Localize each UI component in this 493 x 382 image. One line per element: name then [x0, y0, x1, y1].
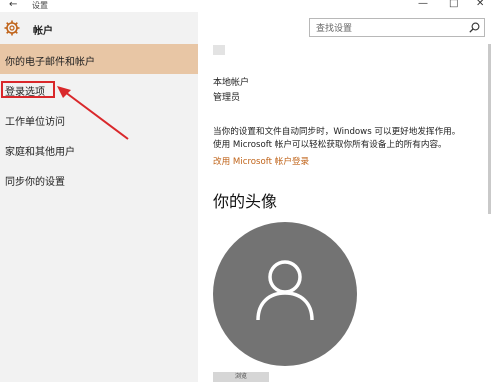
- search-icon[interactable]: [469, 22, 480, 33]
- annotation-highlight-box: [1, 81, 55, 98]
- scrollbar[interactable]: [488, 44, 491, 214]
- sidebar-item-email-accounts[interactable]: 你的电子邮件和帐户: [0, 44, 198, 74]
- close-button[interactable]: ✕: [476, 0, 484, 9]
- minimize-button[interactable]: —: [418, 0, 428, 9]
- search-box[interactable]: [309, 18, 485, 37]
- main-content: 本地帐户 管理员 当你的设置和文件自动同步时，Windows 可以更好地发挥作用…: [198, 40, 493, 382]
- gear-icon: [4, 20, 20, 36]
- browse-button[interactable]: 浏览: [213, 372, 269, 382]
- annotation-arrow: [57, 86, 129, 140]
- search-input[interactable]: [314, 20, 468, 37]
- sync-description-line2: 使用 Microsoft 帐户可以轻松获取你所有设备上的所有内容。: [213, 140, 447, 150]
- sidebar-item-label: 同步你的设置: [5, 177, 65, 188]
- sidebar: 帐户 你的电子邮件和帐户 登录选项 工作单位访问 家庭和其他用户 同步你的设置: [0, 12, 198, 382]
- window-title: 设置: [32, 1, 48, 10]
- sidebar-item-label: 你的电子邮件和帐户: [5, 57, 95, 68]
- account-thumbnail: [213, 45, 225, 55]
- sidebar-item-sync-settings[interactable]: 同步你的设置: [0, 164, 198, 194]
- account-role: 管理员: [213, 93, 241, 103]
- sidebar-header-label: 帐户: [33, 26, 53, 37]
- sidebar-header: 帐户: [0, 12, 198, 44]
- sync-description: 当你的设置和文件自动同步时，Windows 可以更好地发挥作用。 使用 Micr…: [213, 126, 483, 152]
- avatar-section-title: 你的头像: [213, 192, 278, 211]
- back-icon[interactable]: ←: [9, 0, 17, 10]
- sync-description-line1: 当你的设置和文件自动同步时，Windows 可以更好地发挥作用。: [213, 127, 461, 137]
- title-bar: ← 设置 — □ ✕: [0, 0, 493, 12]
- account-type: 本地帐户: [213, 78, 250, 88]
- microsoft-account-link[interactable]: 改用 Microsoft 帐户登录: [213, 155, 309, 167]
- user-icon: [256, 260, 314, 321]
- avatar: [213, 222, 357, 366]
- maximize-button[interactable]: □: [449, 0, 458, 9]
- browse-button-label: 浏览: [234, 373, 247, 380]
- sidebar-item-label: 家庭和其他用户: [5, 147, 75, 158]
